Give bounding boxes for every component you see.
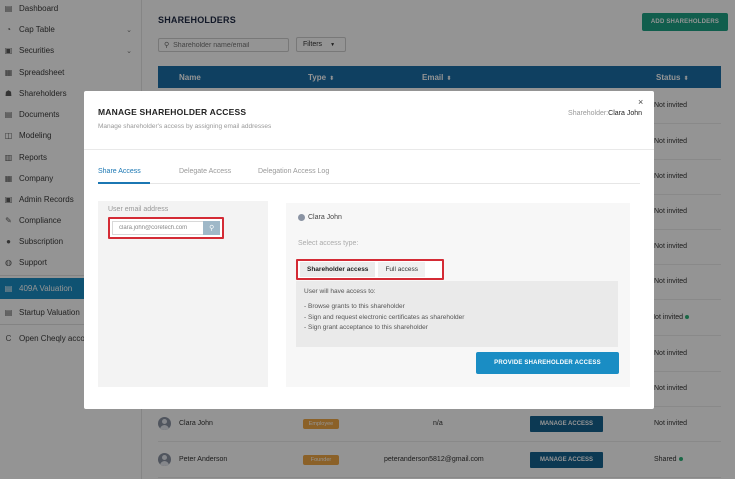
divider: [84, 149, 654, 150]
provide-shareholder-access-button[interactable]: PROVIDE SHAREHOLDER ACCESS: [476, 352, 619, 374]
manage-access-modal: MANAGE SHAREHOLDER ACCESS Manage shareho…: [84, 91, 654, 409]
selected-user: Clara John: [298, 214, 342, 221]
tab-delegation-access-log[interactable]: Delegation Access Log: [258, 168, 329, 175]
access-info-intro: User will have access to:: [304, 288, 376, 295]
selected-user-name: Clara John: [308, 214, 342, 221]
access-panel: Clara John Select access type: Sharehold…: [286, 203, 630, 387]
tab-delegate-access[interactable]: Delegate Access: [179, 168, 231, 175]
modal-subtitle: Manage shareholder's access by assigning…: [98, 123, 272, 130]
tab-share-access[interactable]: Share Access: [98, 168, 141, 175]
search-icon: ⚲: [209, 225, 215, 232]
shareholder-access-option[interactable]: Shareholder access: [300, 262, 376, 277]
email-label: User email address: [108, 206, 169, 213]
access-info-box: User will have access to: Browse grants …: [296, 281, 618, 347]
email-search-button[interactable]: ⚲: [203, 221, 220, 235]
active-tab-indicator: [98, 182, 150, 184]
modal-shareholder-name: Clara John: [608, 110, 642, 117]
access-info-item: Sign grant acceptance to this shareholde…: [304, 324, 610, 331]
email-panel: User email address ⚲: [98, 201, 268, 387]
tab-line: [98, 183, 640, 184]
access-info-item: Browse grants to this shareholder: [304, 303, 610, 310]
modal-shareholder: Shareholder:Clara John: [568, 110, 642, 117]
access-type-selector: Shareholder access Full access: [296, 259, 444, 280]
full-access-option[interactable]: Full access: [378, 262, 425, 277]
user-icon: [298, 214, 305, 221]
email-input-group: ⚲: [108, 217, 224, 239]
access-info-item: Sign and request electronic certificates…: [304, 314, 610, 321]
modal-title: MANAGE SHAREHOLDER ACCESS: [98, 107, 247, 117]
email-input[interactable]: [112, 221, 204, 235]
close-icon[interactable]: ×: [638, 97, 643, 107]
access-type-label: Select access type:: [298, 240, 359, 247]
